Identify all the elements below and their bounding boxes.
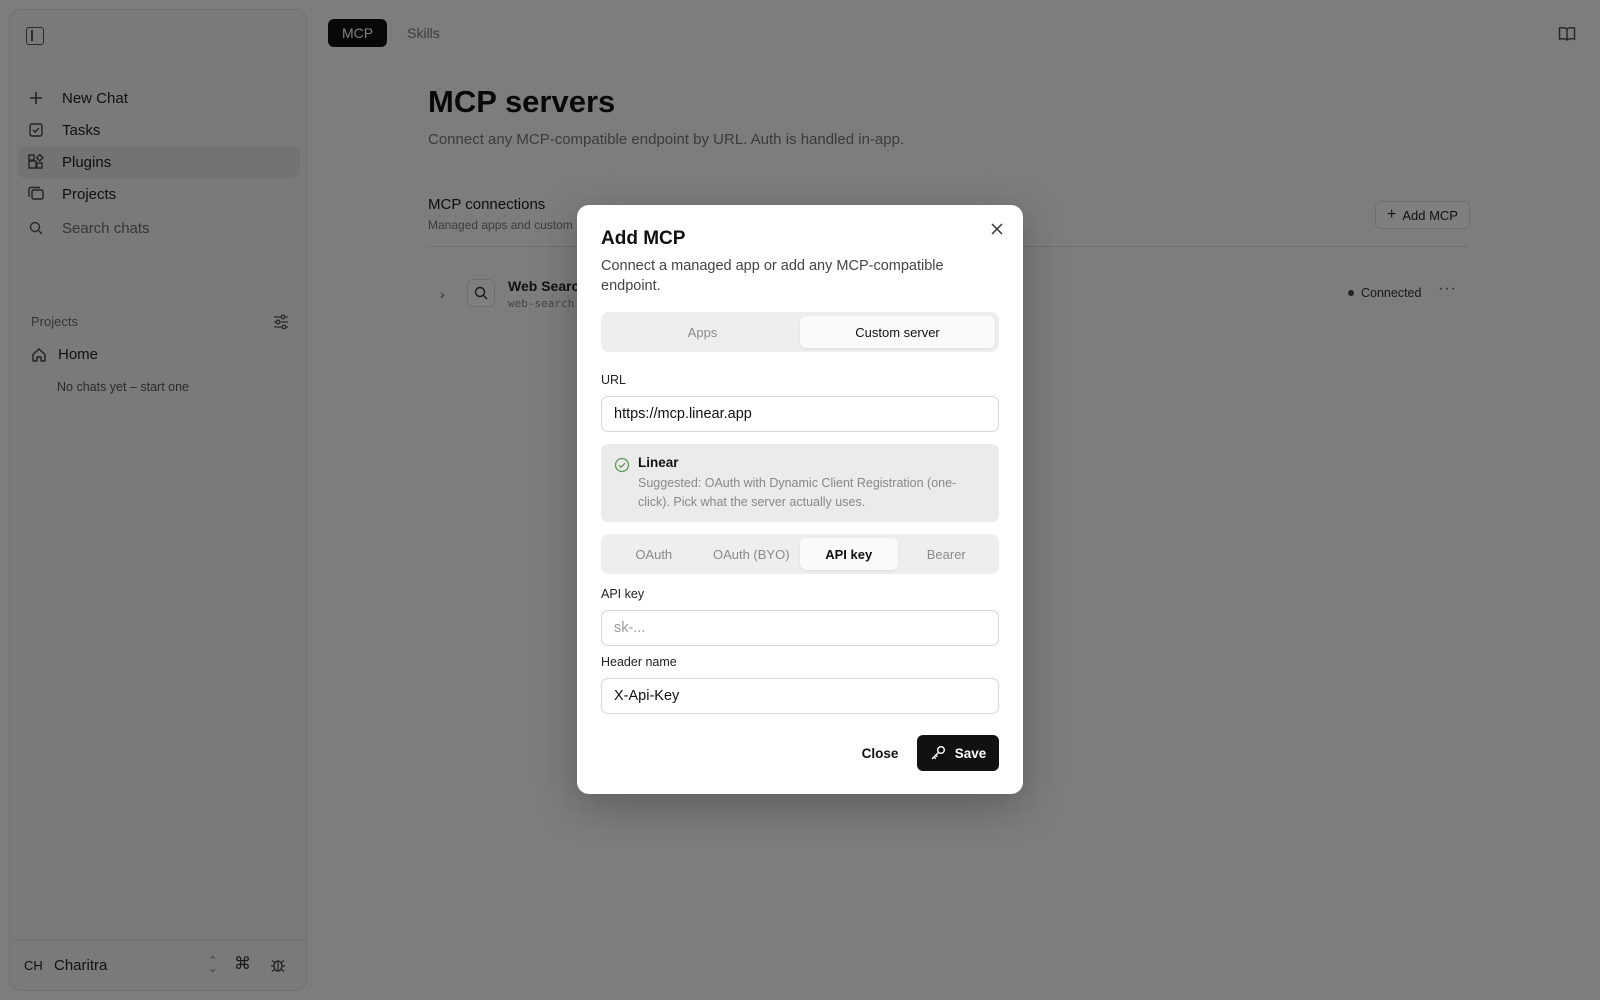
url-input[interactable] <box>601 396 999 432</box>
tab-bearer[interactable]: Bearer <box>898 538 996 570</box>
close-button[interactable]: Close <box>853 735 907 771</box>
tab-api-key[interactable]: API key <box>800 538 898 570</box>
save-label: Save <box>954 745 987 761</box>
api-key-label: API key <box>601 587 645 601</box>
tab-oauth-byo[interactable]: OAuth (BYO) <box>703 538 801 570</box>
key-icon <box>930 745 946 761</box>
source-tabs: Apps Custom server <box>601 312 999 352</box>
header-name-input[interactable] <box>601 678 999 714</box>
url-label: URL <box>601 373 627 387</box>
close-icon[interactable] <box>990 222 1004 236</box>
app-root: New Chat Tasks Plugins Projects Search c… <box>0 0 1600 1000</box>
check-circle-icon <box>614 457 630 473</box>
add-mcp-dialog: Add MCP Connect a managed app or add any… <box>577 205 1023 794</box>
tab-custom-server[interactable]: Custom server <box>800 316 995 348</box>
auth-tabs: OAuth OAuth (BYO) API key Bearer <box>601 534 999 574</box>
save-button[interactable]: Save <box>917 735 999 771</box>
suggestion-box: Linear Suggested: OAuth with Dynamic Cli… <box>601 444 999 522</box>
suggestion-name: Linear <box>638 455 679 470</box>
dialog-description: Connect a managed app or add any MCP-com… <box>601 258 944 294</box>
dialog-title: Add MCP <box>601 228 686 249</box>
tab-apps[interactable]: Apps <box>605 316 800 348</box>
api-key-input[interactable] <box>601 610 999 646</box>
tab-oauth[interactable]: OAuth <box>605 538 703 570</box>
suggestion-text: Suggested: OAuth with Dynamic Client Reg… <box>638 476 957 509</box>
header-name-label: Header name <box>601 655 677 669</box>
